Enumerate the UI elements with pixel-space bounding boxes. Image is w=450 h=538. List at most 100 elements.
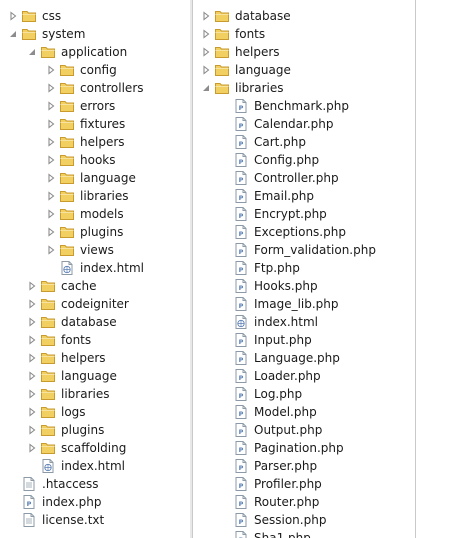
chevron-right-icon[interactable]	[46, 133, 56, 151]
chevron-right-icon[interactable]	[27, 295, 37, 313]
chevron-right-icon[interactable]	[201, 25, 211, 43]
tree-item-config[interactable]: config	[0, 61, 190, 79]
chevron-right-icon[interactable]	[46, 97, 56, 115]
chevron-right-icon[interactable]	[27, 385, 37, 403]
tree-item-index-html[interactable]: index.html	[193, 313, 415, 331]
tree-item-helpers[interactable]: helpers	[0, 133, 190, 151]
tree-item-application[interactable]: application	[0, 43, 190, 61]
chevron-down-icon[interactable]	[8, 25, 18, 43]
chevron-down-icon[interactable]	[201, 79, 211, 97]
tree-item-router-php[interactable]: P Router.php	[193, 493, 415, 511]
tree-item-loader-php[interactable]: P Loader.php	[193, 367, 415, 385]
folder-icon	[21, 25, 37, 43]
tree-item-controllers[interactable]: controllers	[0, 79, 190, 97]
tree-item-index-html[interactable]: index.html	[0, 259, 190, 277]
tree-item-logs[interactable]: logs	[0, 403, 190, 421]
tree-item-libraries[interactable]: libraries	[193, 79, 415, 97]
tree-item-index-php[interactable]: Pindex.php	[0, 493, 190, 511]
chevron-right-icon[interactable]	[46, 187, 56, 205]
chevron-right-icon[interactable]	[46, 115, 56, 133]
tree-item-form-validation-php[interactable]: P Form_validation.php	[193, 241, 415, 259]
folder-icon	[59, 223, 75, 241]
folder-icon	[21, 7, 37, 25]
chevron-right-icon[interactable]	[46, 151, 56, 169]
left-file-tree: css system application config controllers err…	[0, 0, 190, 538]
php-file-icon: P	[233, 403, 249, 421]
tree-item-language-php[interactable]: P Language.php	[193, 349, 415, 367]
tree-item-license-txt[interactable]: license.txt	[0, 511, 190, 529]
tree-item-libraries[interactable]: libraries	[0, 187, 190, 205]
tree-item-views[interactable]: views	[0, 241, 190, 259]
tree-item-email-php[interactable]: P Email.php	[193, 187, 415, 205]
tree-item-exceptions-php[interactable]: P Exceptions.php	[193, 223, 415, 241]
chevron-right-icon[interactable]	[27, 367, 37, 385]
tree-item-label: index.php	[42, 495, 102, 509]
tree-item-output-php[interactable]: P Output.php	[193, 421, 415, 439]
tree-item-sha1-php[interactable]: P Sha1.php	[193, 529, 415, 538]
chevron-down-icon[interactable]	[27, 43, 37, 61]
tree-item-language[interactable]: language	[0, 169, 190, 187]
tree-item-plugins[interactable]: plugins	[0, 223, 190, 241]
tree-item-label: logs	[61, 405, 86, 419]
tree-item-htaccess[interactable]: .htaccess	[0, 475, 190, 493]
tree-item-pagination-php[interactable]: P Pagination.php	[193, 439, 415, 457]
chevron-right-icon[interactable]	[46, 241, 56, 259]
chevron-right-icon[interactable]	[201, 61, 211, 79]
tree-item-ftp-php[interactable]: P Ftp.php	[193, 259, 415, 277]
tree-item-css[interactable]: css	[0, 7, 190, 25]
chevron-right-icon[interactable]	[201, 7, 211, 25]
tree-item-fixtures[interactable]: fixtures	[0, 115, 190, 133]
chevron-right-icon[interactable]	[46, 223, 56, 241]
tree-item-fonts[interactable]: fonts	[0, 331, 190, 349]
tree-item-database[interactable]: database	[193, 7, 415, 25]
tree-item-helpers[interactable]: helpers	[193, 43, 415, 61]
tree-item-calendar-php[interactable]: P Calendar.php	[193, 115, 415, 133]
chevron-right-icon[interactable]	[27, 349, 37, 367]
tree-item-fonts[interactable]: fonts	[193, 25, 415, 43]
tree-item-cache[interactable]: cache	[0, 277, 190, 295]
chevron-right-icon[interactable]	[46, 205, 56, 223]
chevron-right-icon[interactable]	[46, 79, 56, 97]
chevron-right-icon[interactable]	[27, 439, 37, 457]
php-file-icon: P	[233, 331, 249, 349]
tree-item-errors[interactable]: errors	[0, 97, 190, 115]
tree-item-system[interactable]: system	[0, 25, 190, 43]
chevron-right-icon[interactable]	[27, 313, 37, 331]
chevron-right-icon[interactable]	[27, 277, 37, 295]
tree-item-helpers[interactable]: helpers	[0, 349, 190, 367]
tree-item-config-php[interactable]: P Config.php	[193, 151, 415, 169]
tree-item-parser-php[interactable]: P Parser.php	[193, 457, 415, 475]
chevron-right-icon[interactable]	[27, 421, 37, 439]
tree-item-scaffolding[interactable]: scaffolding	[0, 439, 190, 457]
tree-item-codeigniter[interactable]: codeigniter	[0, 295, 190, 313]
tree-item-hooks[interactable]: hooks	[0, 151, 190, 169]
tree-item-hooks-php[interactable]: P Hooks.php	[193, 277, 415, 295]
tree-item-label: database	[235, 9, 291, 23]
tree-item-log-php[interactable]: P Log.php	[193, 385, 415, 403]
tree-item-input-php[interactable]: P Input.php	[193, 331, 415, 349]
chevron-right-icon[interactable]	[27, 403, 37, 421]
tree-item-index-html[interactable]: index.html	[0, 457, 190, 475]
chevron-right-icon[interactable]	[27, 331, 37, 349]
tree-item-label: Config.php	[254, 153, 320, 167]
chevron-right-icon[interactable]	[8, 7, 18, 25]
tree-item-session-php[interactable]: P Session.php	[193, 511, 415, 529]
tree-item-language[interactable]: language	[0, 367, 190, 385]
tree-item-cart-php[interactable]: P Cart.php	[193, 133, 415, 151]
tree-item-libraries[interactable]: libraries	[0, 385, 190, 403]
tree-item-label: scaffolding	[61, 441, 127, 455]
tree-item-database[interactable]: database	[0, 313, 190, 331]
chevron-right-icon[interactable]	[46, 169, 56, 187]
tree-item-image-lib-php[interactable]: P Image_lib.php	[193, 295, 415, 313]
tree-item-benchmark-php[interactable]: P Benchmark.php	[193, 97, 415, 115]
tree-item-plugins[interactable]: plugins	[0, 421, 190, 439]
tree-item-encrypt-php[interactable]: P Encrypt.php	[193, 205, 415, 223]
chevron-right-icon[interactable]	[46, 61, 56, 79]
tree-item-profiler-php[interactable]: P Profiler.php	[193, 475, 415, 493]
tree-item-controller-php[interactable]: P Controller.php	[193, 169, 415, 187]
tree-item-label: libraries	[61, 387, 110, 401]
tree-item-models[interactable]: models	[0, 205, 190, 223]
chevron-right-icon[interactable]	[201, 43, 211, 61]
tree-item-language[interactable]: language	[193, 61, 415, 79]
tree-item-model-php[interactable]: P Model.php	[193, 403, 415, 421]
